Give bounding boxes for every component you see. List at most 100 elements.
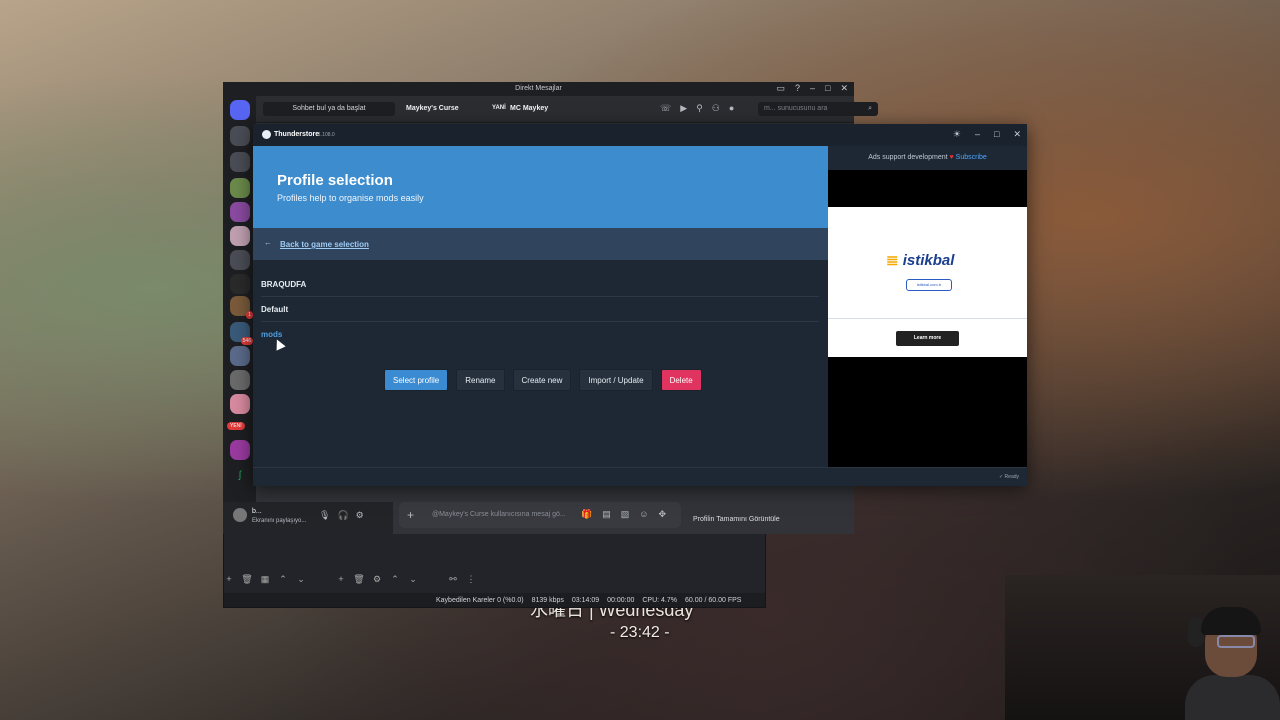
unread-badge: 546 xyxy=(240,337,253,345)
create-new-button[interactable]: Create new xyxy=(512,369,572,391)
close-icon[interactable]: ✕ xyxy=(1013,129,1021,140)
profile-item-selected[interactable]: mods xyxy=(261,322,819,346)
discord-titlebar: Direkt Mesajlar ▭ ? – □ ✕ xyxy=(223,82,854,96)
server-icon[interactable] xyxy=(230,178,250,198)
call-icon[interactable]: ☏ xyxy=(660,103,671,114)
server-icon[interactable] xyxy=(230,226,250,246)
search-input[interactable]: m... sunucusunu ara ⌕ xyxy=(758,102,878,116)
profile-actions: Select profile Rename Create new Import … xyxy=(384,369,702,391)
thunderstore-window: Thunderstore 1.108.0 ☀ – □ ✕ Profile sel… xyxy=(253,124,1027,486)
minimize-icon[interactable]: – xyxy=(810,83,815,94)
gear-icon[interactable]: ⚙ xyxy=(356,510,364,521)
gear-icon[interactable]: ⚙ xyxy=(371,574,383,588)
divider xyxy=(828,318,1027,319)
heart-icon: ♥ xyxy=(949,154,954,161)
discord-window-title: Direkt Mesajlar xyxy=(515,85,562,92)
user-name: b... xyxy=(252,508,262,515)
server-icon[interactable] xyxy=(230,346,250,366)
maximize-icon[interactable]: □ xyxy=(825,83,830,94)
add-attachment-icon[interactable]: + xyxy=(407,508,414,522)
user-panel: b... Ekranını paylaşıyo... 🎙 🎧 ⚙ xyxy=(223,502,393,534)
back-bar: ← Back to game selection xyxy=(253,228,828,260)
page-title: Profile selection xyxy=(277,172,393,189)
discord-header: Sohbet bul ya da başlat Maykey's Curse Y… xyxy=(256,96,878,123)
server-icon[interactable] xyxy=(230,370,250,390)
hero-banner: Profile selection Profiles help to organ… xyxy=(253,146,828,228)
transition-icon[interactable]: ⚯ xyxy=(447,574,459,588)
ad-banner[interactable]: ≣ istikbal istikbal.com.tr Learn more xyxy=(828,207,1027,357)
server-icon[interactable]: 1 xyxy=(230,296,253,319)
close-icon[interactable]: ✕ xyxy=(840,83,848,94)
arrow-left-icon: ← xyxy=(264,238,272,247)
ad-url-pill: istikbal.com.tr xyxy=(906,279,952,291)
status-bar: ✓ Ready xyxy=(253,467,1027,486)
down-icon[interactable]: ⌄ xyxy=(407,574,419,588)
sticker-icon[interactable]: ▧ xyxy=(621,509,630,520)
subscribe-link[interactable]: Subscribe xyxy=(956,154,987,161)
view-full-profile-button[interactable]: Profilin Tamamını Görüntüle xyxy=(693,516,780,523)
up-icon[interactable]: ⌃ xyxy=(277,574,289,588)
minimize-icon[interactable]: – xyxy=(975,129,980,140)
server-icon[interactable] xyxy=(230,250,250,270)
delete-button[interactable]: Delete xyxy=(660,369,702,391)
dm-channel-name: Maykey's Curse xyxy=(406,105,459,112)
gift-icon[interactable]: 🎁 xyxy=(581,509,592,520)
add-icon[interactable]: + xyxy=(223,574,235,588)
select-profile-button[interactable]: Select profile xyxy=(384,369,449,391)
user-status: Ekranını paylaşıyo... xyxy=(252,518,307,524)
message-input[interactable]: + @Maykey's Curse kullanıcısına mesaj gö… xyxy=(399,502,681,528)
cpu-usage: CPU: 4.7% xyxy=(642,596,677,604)
server-icon[interactable]: 546 xyxy=(230,322,253,345)
more-icon[interactable]: ⋮ xyxy=(465,574,477,588)
server-icon[interactable] xyxy=(230,202,250,222)
server-icon[interactable] xyxy=(230,440,250,460)
find-conversation-button[interactable]: Sohbet bul ya da başlat xyxy=(263,102,395,116)
stream-time: 03:14:09 xyxy=(571,596,600,604)
avatar[interactable] xyxy=(233,508,247,522)
record-time: 00:00:00 xyxy=(607,596,635,604)
rename-button[interactable]: Rename xyxy=(456,369,505,391)
maximize-icon[interactable]: □ xyxy=(994,129,999,140)
server-icon[interactable] xyxy=(230,394,250,414)
add-friend-icon[interactable]: ⚇ xyxy=(712,103,720,114)
gif-icon[interactable]: ▤ xyxy=(602,509,611,520)
profile-item[interactable]: Default xyxy=(261,297,819,322)
inbox-icon[interactable]: ▭ xyxy=(776,83,785,94)
profile-icon[interactable]: ● xyxy=(729,103,734,114)
trash-icon[interactable]: 🗑 xyxy=(241,574,253,588)
nitro-icon[interactable]: ʃ xyxy=(230,466,250,486)
video-icon[interactable]: ▶ xyxy=(680,103,687,114)
filter-icon[interactable]: ▦ xyxy=(259,574,271,588)
pin-icon[interactable]: ⚲ xyxy=(696,103,703,114)
fps: 60.00 / 60.00 FPS xyxy=(685,596,742,604)
wallpaper-time: - 23:42 - xyxy=(610,624,670,641)
emoji-icon[interactable]: ☺ xyxy=(639,509,648,520)
webcam-person-hair xyxy=(1201,607,1261,635)
ad-brand: ≣ istikbal xyxy=(886,252,955,269)
headphones-icon[interactable]: 🎧 xyxy=(337,510,348,521)
theme-icon[interactable]: ☀ xyxy=(953,129,961,140)
mic-icon[interactable]: 🎙 xyxy=(319,510,330,521)
learn-more-button[interactable]: Learn more xyxy=(896,331,959,346)
add-icon[interactable]: + xyxy=(335,574,347,588)
back-to-game-selection-link[interactable]: Back to game selection xyxy=(280,240,369,249)
apps-icon[interactable]: ✥ xyxy=(658,509,666,520)
webcam-overlay xyxy=(1005,575,1280,720)
profile-item[interactable]: BRAQUDFA xyxy=(261,272,819,297)
server-icon[interactable] xyxy=(230,126,250,146)
dm-user-name: MC Maykey xyxy=(510,105,549,112)
user-tag: YANİ xyxy=(492,105,506,111)
server-icon[interactable] xyxy=(230,152,250,172)
ad-panel: Ads support development ♥ Subscribe ≣ is… xyxy=(828,146,1027,467)
server-icon[interactable] xyxy=(230,274,250,294)
app-name: Thunderstore xyxy=(274,131,320,138)
up-icon[interactable]: ⌃ xyxy=(389,574,401,588)
dropped-frames: Kaybedilen Kareler 0 (%0.0) xyxy=(436,596,524,604)
bitrate: 8139 kbps xyxy=(531,596,564,604)
import-update-button[interactable]: Import / Update xyxy=(579,369,653,391)
help-icon[interactable]: ? xyxy=(795,83,800,94)
down-icon[interactable]: ⌄ xyxy=(295,574,307,588)
discord-home-icon[interactable] xyxy=(230,100,250,120)
trash-icon[interactable]: 🗑 xyxy=(353,574,365,588)
obs-stats: Kaybedilen Kareler 0 (%0.0) 8139 kbps 03… xyxy=(436,594,741,606)
